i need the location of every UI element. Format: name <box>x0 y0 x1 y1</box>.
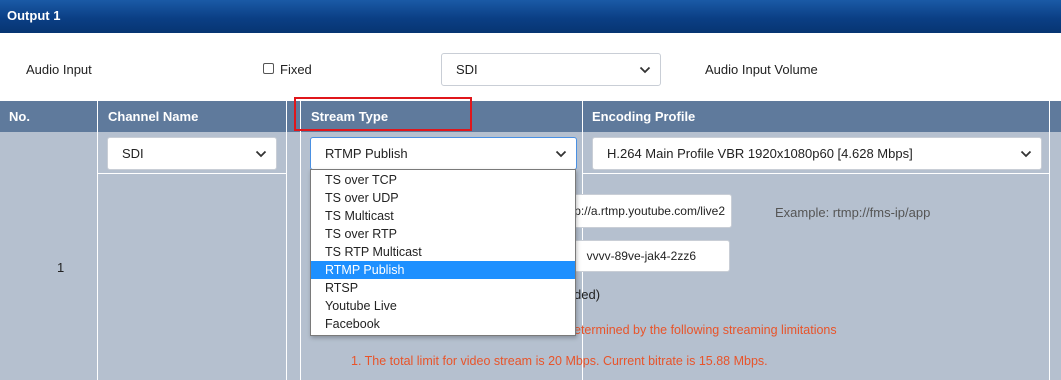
chevron-down-icon <box>639 66 651 73</box>
channel-name-select[interactable]: SDI <box>107 137 277 170</box>
recommended-note: ded) <box>574 287 601 302</box>
chevron-down-icon <box>555 150 567 157</box>
column-header-channel-name: Channel Name <box>108 109 199 124</box>
stream-type-dropdown: TS over TCP TS over UDP TS Multicast TS … <box>310 169 576 336</box>
stream-type-value: RTMP Publish <box>325 146 408 161</box>
column-divider <box>1049 101 1050 380</box>
audio-source-value: SDI <box>456 62 478 77</box>
chevron-down-icon <box>1020 150 1032 157</box>
streaming-limitations-header: etermined by the following streaming lim… <box>574 323 837 337</box>
row-divider <box>97 173 286 174</box>
stream-type-select[interactable]: RTMP Publish <box>310 137 577 170</box>
fixed-label: Fixed <box>280 62 312 77</box>
column-divider <box>300 101 301 380</box>
stream-type-option[interactable]: RTSP <box>311 279 575 297</box>
stream-type-option[interactable]: TS over TCP <box>311 171 575 189</box>
encoding-profile-value: H.264 Main Profile VBR 1920x1080p60 [4.6… <box>607 146 913 161</box>
limit-warning-1: 1. The total limit for video stream is 2… <box>351 354 768 368</box>
stream-type-option[interactable]: Youtube Live <box>311 297 575 315</box>
row-divider <box>582 173 1049 174</box>
channel-name-value: SDI <box>122 146 144 161</box>
chevron-down-icon <box>255 150 267 157</box>
stream-type-option[interactable]: RTMP Publish <box>311 261 575 279</box>
fixed-checkbox[interactable] <box>263 63 274 74</box>
rtmp-url-value: rtmp://a.rtmp.youtube.com/live2 <box>556 204 725 218</box>
stream-type-highlight <box>294 97 472 131</box>
row-number: 1 <box>57 260 65 275</box>
stream-type-option[interactable]: Facebook <box>311 315 575 333</box>
audio-volume-label: Audio Input Volume <box>705 62 818 77</box>
audio-input-label: Audio Input <box>26 62 92 77</box>
stream-type-option[interactable]: TS over RTP <box>311 225 575 243</box>
stream-key-value: vvvv-89ve-jak4-2zz6 <box>586 249 696 263</box>
stream-type-option[interactable]: TS Multicast <box>311 207 575 225</box>
column-divider <box>286 101 287 380</box>
audio-source-select[interactable]: SDI <box>441 53 661 86</box>
column-divider <box>97 101 98 380</box>
rtmp-url-example: Example: rtmp://fms-ip/app <box>775 205 931 220</box>
stream-type-option[interactable]: TS over UDP <box>311 189 575 207</box>
column-header-encoding-profile: Encoding Profile <box>592 109 696 124</box>
stream-type-option[interactable]: TS RTP Multicast <box>311 243 575 261</box>
encoding-profile-select[interactable]: H.264 Main Profile VBR 1920x1080p60 [4.6… <box>592 137 1042 170</box>
output-title-bar: Output 1 <box>0 0 1061 33</box>
output-title: Output 1 <box>7 8 61 23</box>
column-header-no: No. <box>9 109 30 124</box>
